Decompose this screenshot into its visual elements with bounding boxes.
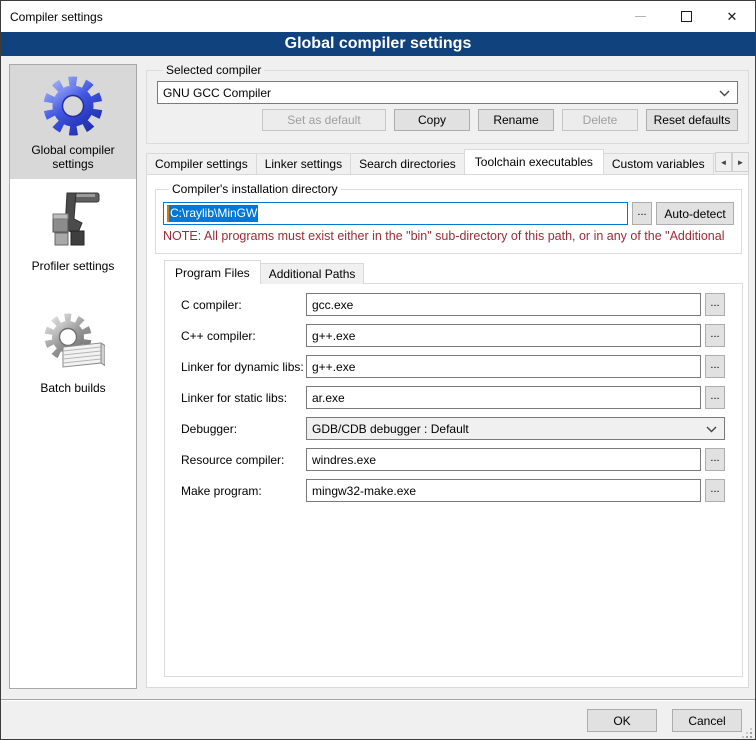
c-compiler-browse-button[interactable]: ... xyxy=(705,293,725,316)
c-compiler-input[interactable]: gcc.exe xyxy=(306,293,701,316)
tab-scroll-arrows: ◄ ► xyxy=(715,152,749,172)
tab-linker-settings[interactable]: Linker settings xyxy=(256,153,351,174)
sidebar-item-label: Batch builds xyxy=(12,381,134,395)
chevron-down-icon xyxy=(706,426,717,433)
gear-blue-icon xyxy=(41,73,105,137)
window-title: Compiler settings xyxy=(1,10,103,24)
compiler-settings-dialog: Compiler settings ✕ Global compiler sett… xyxy=(0,0,756,740)
tab-additional-paths[interactable]: Additional Paths xyxy=(260,263,365,284)
title-bar[interactable]: Compiler settings ✕ xyxy=(1,1,755,32)
field-row-c-compiler: C compiler: gcc.exe ... xyxy=(181,293,725,316)
tab-search-directories[interactable]: Search directories xyxy=(350,153,465,174)
copy-button[interactable]: Copy xyxy=(394,109,470,131)
debugger-select-value: GDB/CDB debugger : Default xyxy=(312,422,724,436)
dialog-content: Global compiler settings xyxy=(1,56,755,740)
page-title: Global compiler settings xyxy=(1,32,755,56)
settings-category-list: Global compiler settings xyxy=(9,64,137,689)
tab-scroll-right-icon[interactable]: ► xyxy=(732,152,749,172)
compiler-select[interactable]: GNU GCC Compiler xyxy=(157,81,738,104)
tab-toolchain-executables[interactable]: Toolchain executables xyxy=(464,149,604,174)
ok-button[interactable]: OK xyxy=(587,709,657,732)
sidebar-item-label: Global compiler settings xyxy=(12,143,134,171)
compiler-buttons-row: Set as default Copy Rename Delete Reset … xyxy=(157,109,738,131)
field-label: C++ compiler: xyxy=(181,329,306,343)
installation-directory-group: Compiler's installation directory C:\ray… xyxy=(155,182,742,254)
installation-directory-value: C:\raylib\MinGW xyxy=(167,205,258,222)
linker-static-browse-button[interactable]: ... xyxy=(705,386,725,409)
resource-compiler-input[interactable]: windres.exe xyxy=(306,448,701,471)
maximize-icon xyxy=(681,11,692,22)
sidebar-item-label: Profiler settings xyxy=(12,259,134,273)
field-row-resource-compiler: Resource compiler: windres.exe ... xyxy=(181,448,725,471)
field-row-linker-static: Linker for static libs: ar.exe ... xyxy=(181,386,725,409)
field-row-debugger: Debugger: GDB/CDB debugger : Default xyxy=(181,417,725,440)
field-label: Debugger: xyxy=(181,422,306,436)
sidebar-item-global-compiler-settings[interactable]: Global compiler settings xyxy=(10,65,136,179)
tab-custom-variables[interactable]: Custom variables xyxy=(603,153,714,174)
close-button[interactable]: ✕ xyxy=(709,1,755,32)
installation-directory-input[interactable]: C:\raylib\MinGW xyxy=(163,202,628,225)
selected-compiler-group: Selected compiler GNU GCC Compiler Set a… xyxy=(146,63,749,144)
selected-compiler-legend: Selected compiler xyxy=(163,63,264,77)
main-tab-strip: Compiler settings Linker settings Search… xyxy=(146,149,749,174)
reset-defaults-button[interactable]: Reset defaults xyxy=(646,109,738,131)
field-label: Resource compiler: xyxy=(181,453,306,467)
chevron-down-icon xyxy=(719,90,730,97)
sidebar-item-batch-builds[interactable]: Batch builds xyxy=(10,303,136,403)
minimize-button[interactable] xyxy=(617,1,663,32)
rename-button[interactable]: Rename xyxy=(478,109,554,131)
close-icon: ✕ xyxy=(727,9,738,25)
field-row-cpp-compiler: C++ compiler: g++.exe ... xyxy=(181,324,725,347)
field-row-linker-dynamic: Linker for dynamic libs: g++.exe ... xyxy=(181,355,725,378)
browse-directory-button[interactable]: ... xyxy=(632,202,652,225)
program-tab-strip: Program Files Additional Paths xyxy=(164,260,363,284)
resize-grip[interactable] xyxy=(741,727,753,739)
tab-compiler-settings[interactable]: Compiler settings xyxy=(146,153,257,174)
sidebar-item-profiler-settings[interactable]: Profiler settings xyxy=(10,181,136,281)
debugger-select[interactable]: GDB/CDB debugger : Default xyxy=(306,417,725,440)
linker-static-input[interactable]: ar.exe xyxy=(306,386,701,409)
compiler-select-value: GNU GCC Compiler xyxy=(163,86,737,100)
directory-note: NOTE: All programs must exist either in … xyxy=(163,229,734,243)
auto-detect-button[interactable]: Auto-detect xyxy=(656,202,734,225)
field-label: Linker for static libs: xyxy=(181,391,306,405)
field-label: Make program: xyxy=(181,484,306,498)
resource-compiler-browse-button[interactable]: ... xyxy=(705,448,725,471)
delete-button[interactable]: Delete xyxy=(562,109,638,131)
cancel-button[interactable]: Cancel xyxy=(672,709,742,732)
make-program-browse-button[interactable]: ... xyxy=(705,479,725,502)
tab-scroll-left-icon[interactable]: ◄ xyxy=(715,152,732,172)
installation-directory-legend: Compiler's installation directory xyxy=(169,182,341,196)
minimize-icon xyxy=(635,16,646,17)
maximize-button[interactable] xyxy=(663,1,709,32)
program-files-page: C compiler: gcc.exe ... C++ compiler: g+… xyxy=(164,283,743,677)
cpp-compiler-browse-button[interactable]: ... xyxy=(705,324,725,347)
footer-separator xyxy=(1,699,755,701)
installation-directory-row: C:\raylib\MinGW ... Auto-detect xyxy=(163,202,734,225)
field-label: Linker for dynamic libs: xyxy=(181,360,306,374)
set-as-default-button[interactable]: Set as default xyxy=(262,109,386,131)
linker-dynamic-browse-button[interactable]: ... xyxy=(705,355,725,378)
cpp-compiler-input[interactable]: g++.exe xyxy=(306,324,701,347)
linker-dynamic-input[interactable]: g++.exe xyxy=(306,355,701,378)
toolchain-executables-page: Compiler's installation directory C:\ray… xyxy=(146,174,749,688)
window-controls: ✕ xyxy=(617,1,755,32)
gear-stack-icon xyxy=(41,311,105,375)
tab-program-files[interactable]: Program Files xyxy=(164,260,261,284)
field-row-make-program: Make program: mingw32-make.exe ... xyxy=(181,479,725,502)
field-label: C compiler: xyxy=(181,298,306,312)
make-program-input[interactable]: mingw32-make.exe xyxy=(306,479,701,502)
caliper-icon xyxy=(41,189,105,253)
